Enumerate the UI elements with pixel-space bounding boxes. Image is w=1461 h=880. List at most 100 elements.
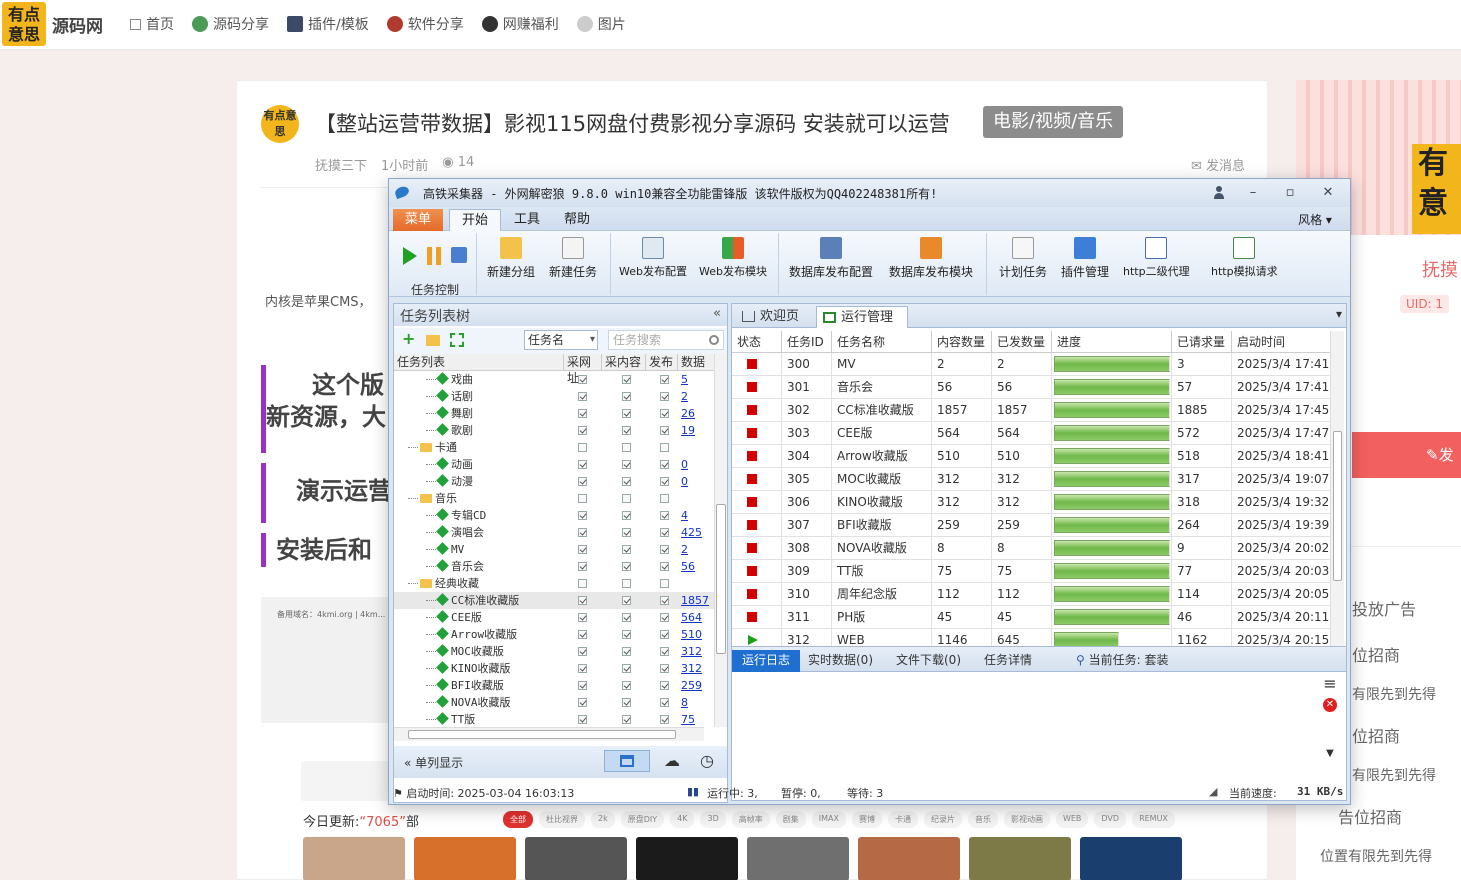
tree-item[interactable]: 动画 0	[394, 456, 716, 473]
publish-checkbox[interactable]	[660, 630, 669, 639]
tab-tools[interactable]: 工具	[507, 209, 547, 231]
plugins-button[interactable]: 插件管理	[1061, 237, 1109, 280]
download-cloud-icon[interactable]: ☁	[664, 750, 684, 772]
category-chip[interactable]: IMAX	[811, 811, 846, 828]
post-button[interactable]: ✎发	[1352, 432, 1461, 478]
publish-checkbox[interactable]	[660, 562, 669, 571]
publish-checkbox[interactable]	[660, 477, 669, 486]
category-chip[interactable]: 高帧率	[731, 811, 770, 828]
collect-url-checkbox[interactable]	[578, 698, 587, 707]
folder-icon[interactable]	[426, 335, 440, 346]
ad-slot[interactable]: 位招商	[1352, 642, 1400, 666]
col-task-list[interactable]: 任务列表	[394, 354, 564, 370]
run-log-output[interactable]	[732, 672, 1314, 777]
category-chip[interactable]: 剧集	[775, 811, 806, 828]
collect-url-checkbox[interactable]	[578, 426, 587, 435]
web-module-button[interactable]: Web发布模块	[699, 237, 767, 279]
tree-item[interactable]: TT版 75	[394, 711, 716, 727]
collect-content-checkbox[interactable]	[622, 681, 631, 690]
data-count-link[interactable]: 4	[681, 507, 688, 524]
publish-checkbox[interactable]	[660, 511, 669, 520]
collect-url-checkbox[interactable]	[578, 528, 587, 537]
menu-button[interactable]: 菜单	[393, 209, 443, 231]
restore-icon[interactable]: ▫	[1279, 183, 1301, 203]
collect-url-checkbox[interactable]	[578, 562, 587, 571]
collect-content-checkbox[interactable]	[622, 494, 631, 503]
nav-item-software[interactable]: 软件分享	[386, 14, 464, 34]
nav-item-earn[interactable]: 网赚福利	[481, 14, 559, 34]
table-row[interactable]: 302CC标准收藏版1857185718852025/3/4 17:45:...	[732, 399, 1330, 422]
publish-checkbox[interactable]	[660, 681, 669, 690]
publish-checkbox[interactable]	[660, 460, 669, 469]
data-count-link[interactable]: 425	[681, 524, 702, 541]
col-progress[interactable]: 进度	[1052, 331, 1172, 352]
data-count-link[interactable]: 56	[681, 558, 695, 575]
poster[interactable]	[1080, 837, 1182, 880]
data-count-link[interactable]: 8	[681, 694, 688, 711]
data-count-link[interactable]: 312	[681, 660, 702, 677]
collect-content-checkbox[interactable]	[622, 375, 631, 384]
collect-url-checkbox[interactable]	[578, 715, 587, 724]
table-row[interactable]: 308NOVA收藏版8892025/3/4 20:02:...	[732, 537, 1330, 560]
nav-item-home[interactable]: 首页	[130, 14, 174, 34]
data-count-link[interactable]: 564	[681, 609, 702, 626]
data-count-link[interactable]: 75	[681, 711, 695, 727]
category-chip[interactable]: 影视动画	[1003, 811, 1050, 828]
collect-content-checkbox[interactable]	[622, 579, 631, 588]
data-count-link[interactable]: 259	[681, 677, 702, 694]
close-icon[interactable]: ✕	[1317, 183, 1339, 203]
collect-url-checkbox[interactable]	[578, 613, 587, 622]
tree-item[interactable]: 音乐会 56	[394, 558, 716, 575]
collect-url-checkbox[interactable]	[578, 579, 587, 588]
col-task-name[interactable]: 任务名称	[832, 331, 932, 352]
nav-item-images[interactable]: 图片	[576, 14, 626, 34]
poster[interactable]	[414, 837, 516, 880]
collect-url-checkbox[interactable]	[578, 443, 587, 452]
collect-content-checkbox[interactable]	[622, 647, 631, 656]
col-task-id[interactable]: 任务ID	[782, 331, 832, 352]
publish-checkbox[interactable]	[660, 698, 669, 707]
tree-item[interactable]: 歌剧 19	[394, 422, 716, 439]
table-row[interactable]: 303CEE版5645645722025/3/4 17:47:...	[732, 422, 1330, 445]
nav-item-code[interactable]: 源码分享	[192, 14, 269, 34]
tree-item[interactable]: 专辑CD 4	[394, 507, 716, 524]
collect-content-checkbox[interactable]	[622, 511, 631, 520]
col-sent-count[interactable]: 已发数量	[992, 331, 1052, 352]
collect-url-checkbox[interactable]	[578, 409, 587, 418]
collect-url-checkbox[interactable]	[578, 681, 587, 690]
collect-content-checkbox[interactable]	[622, 715, 631, 724]
collect-url-checkbox[interactable]	[578, 460, 587, 469]
horizontal-scrollbar[interactable]	[394, 727, 704, 741]
clock-icon[interactable]: ◷	[700, 750, 720, 772]
table-row[interactable]: 307BFI收藏版2592592642025/3/4 19:39:...	[732, 514, 1330, 537]
category-chip[interactable]: 卡通	[887, 811, 918, 828]
poster[interactable]	[636, 837, 738, 880]
poster[interactable]	[747, 837, 849, 880]
collapse-icon[interactable]: «	[713, 306, 721, 321]
author-name[interactable]: 抚摸三下	[315, 155, 367, 174]
category-chip[interactable]: 4K	[670, 811, 695, 828]
collect-content-checkbox[interactable]	[622, 613, 631, 622]
table-row[interactable]: 310周年纪念版1121121142025/3/4 20:05:...	[732, 583, 1330, 606]
tree-view-button[interactable]	[604, 750, 650, 772]
tree-item[interactable]: 戏曲 5	[394, 371, 716, 388]
collect-content-checkbox[interactable]	[622, 528, 631, 537]
publish-checkbox[interactable]	[660, 715, 669, 724]
collect-url-checkbox[interactable]	[578, 630, 587, 639]
collect-url-checkbox[interactable]	[578, 494, 587, 503]
category-chip[interactable]: 3D	[700, 811, 726, 828]
tab-help[interactable]: 帮助	[557, 209, 597, 231]
ad-slot[interactable]: 位招商	[1352, 723, 1400, 747]
tree-item[interactable]: MV 2	[394, 541, 716, 558]
collect-content-checkbox[interactable]	[622, 443, 631, 452]
vertical-scrollbar[interactable]	[714, 354, 727, 727]
tab-run-log[interactable]: 运行日志	[732, 650, 800, 672]
col-collect-content[interactable]: 采内容	[602, 354, 646, 370]
table-row[interactable]: 306KINO收藏版3123123182025/3/4 19:32:...	[732, 491, 1330, 514]
poster[interactable]	[858, 837, 960, 880]
data-count-link[interactable]: 26	[681, 405, 695, 422]
expand-icon[interactable]	[450, 333, 464, 347]
user-icon[interactable]	[1213, 186, 1225, 199]
tree-item[interactable]: 话剧 2	[394, 388, 716, 405]
publish-checkbox[interactable]	[660, 409, 669, 418]
